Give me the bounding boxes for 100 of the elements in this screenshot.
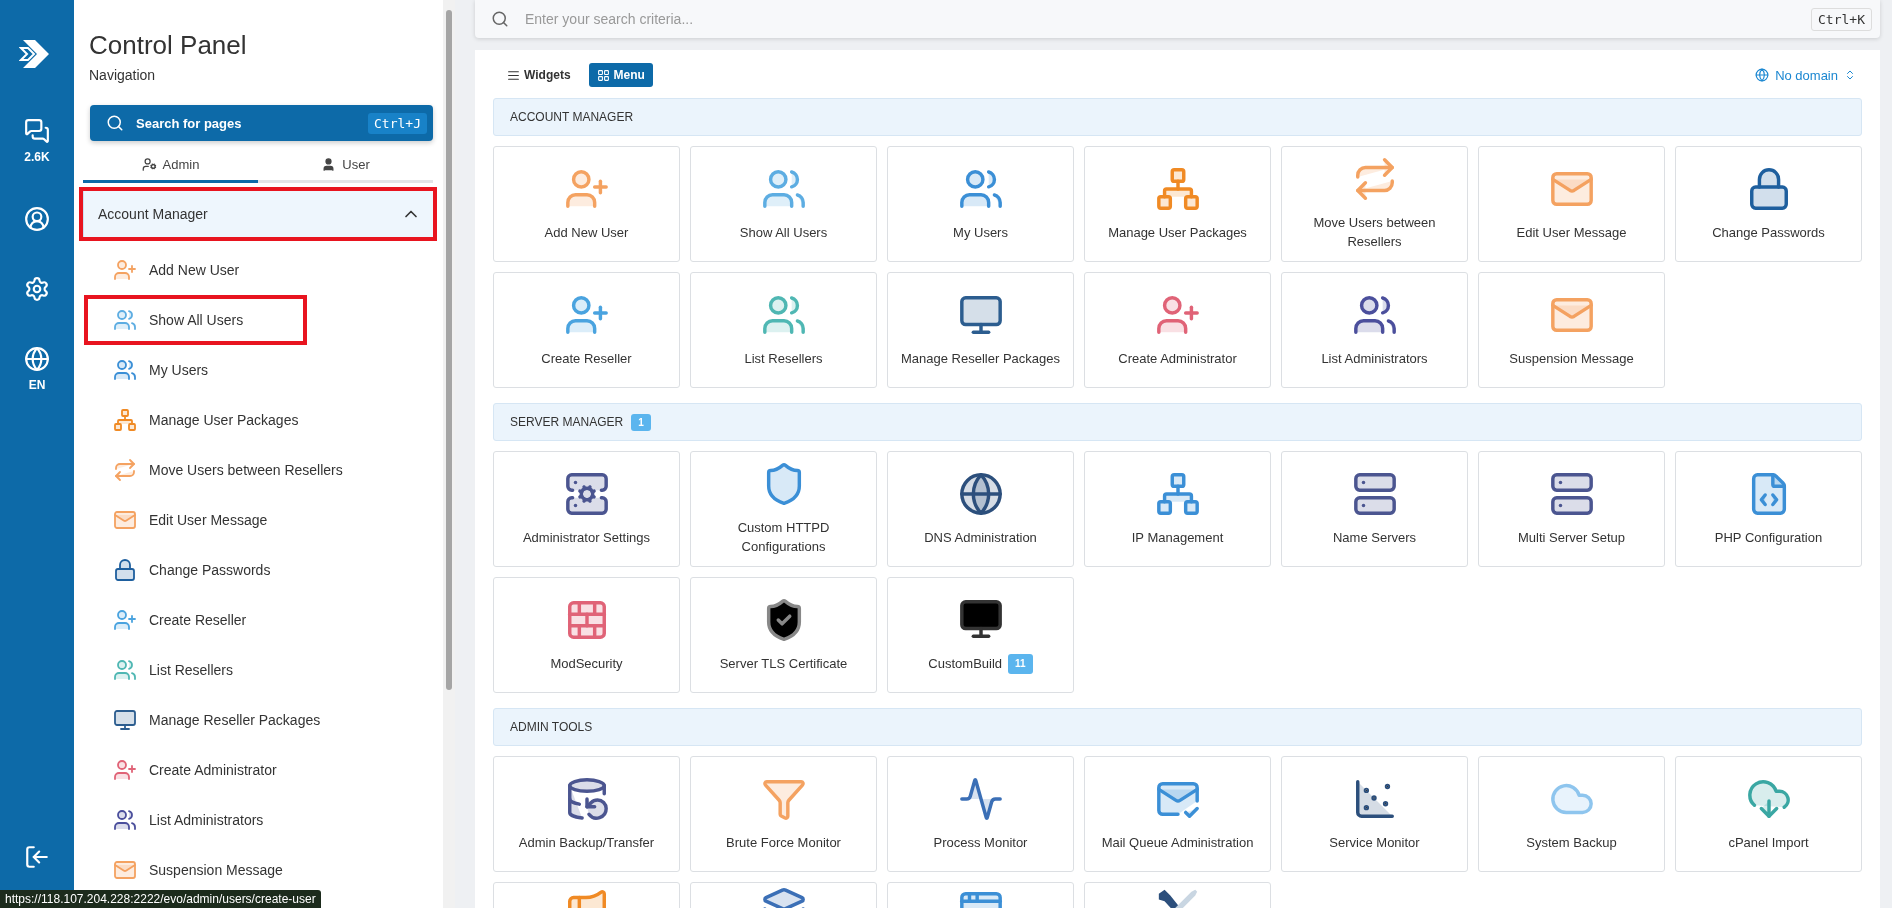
domain-selector[interactable]: No domain — [1749, 66, 1862, 84]
up-down-chevron-icon — [1844, 69, 1856, 81]
chat-button[interactable]: 2.6K — [24, 118, 50, 164]
menu-tile[interactable]: Manage Reseller Packages — [887, 272, 1074, 388]
menu-tile[interactable]: PHP Configuration — [1675, 451, 1862, 567]
menu-tile[interactable]: Show All Users — [690, 146, 877, 262]
menu-tile[interactable]: ModSecurity — [493, 577, 680, 693]
globe-icon — [957, 470, 1004, 517]
menu-tile[interactable]: Admin Backup/Transfer — [493, 756, 680, 872]
arrows-icon — [113, 458, 137, 482]
tile-label: My Users — [953, 223, 1008, 242]
menu-tile[interactable]: Custom HTTPD Configurations — [690, 451, 877, 567]
tile-label: Show All Users — [739, 223, 828, 242]
language-button[interactable]: EN — [24, 346, 50, 392]
menu-tile[interactable]: IP Management — [1084, 451, 1271, 567]
lock-icon — [113, 558, 137, 582]
menu-tile[interactable]: List Administrators — [1281, 272, 1468, 388]
tile-label: PHP Configuration — [1714, 528, 1823, 547]
mail-icon — [113, 508, 137, 532]
nav-item[interactable]: Create Administrator — [88, 749, 337, 791]
menu-tile[interactable]: Mail Queue Administration — [1084, 756, 1271, 872]
menu-tile[interactable]: Server TLS Certificate — [690, 577, 877, 693]
menu-tile[interactable]: Change Passwords — [1675, 146, 1862, 262]
tile-label: CustomBuild — [928, 654, 1003, 673]
menu-tile[interactable]: Name Servers — [1281, 451, 1468, 567]
tile-label: Admin Backup/Transfer — [518, 833, 655, 852]
menu-tile[interactable]: Administrator Settings — [493, 451, 680, 567]
user-gear-icon — [141, 157, 157, 172]
nav-item[interactable]: Change Passwords — [88, 549, 331, 591]
search-field[interactable]: Enter your search criteria... — [523, 10, 1798, 28]
role-tab[interactable]: User — [258, 149, 433, 183]
tile-label: Create Administrator — [1118, 349, 1237, 368]
tile-label: cPanel Import — [1728, 833, 1809, 852]
nav-item[interactable]: Move Users between Resellers — [88, 449, 403, 491]
nav-item[interactable]: Manage User Packages — [88, 399, 359, 441]
user-plus-icon — [113, 258, 137, 282]
nav-item[interactable]: Create Reseller — [88, 599, 307, 641]
list-icon — [507, 68, 520, 82]
grid-icon — [596, 68, 610, 82]
tile-label: List Resellers — [744, 349, 823, 368]
users-icon — [113, 658, 137, 682]
tile-label: DNS Administration — [924, 528, 1037, 547]
role-tab[interactable]: Admin — [83, 149, 258, 183]
section-title: SERVER MANAGER — [510, 415, 624, 429]
profile-button[interactable] — [24, 206, 50, 232]
nav-item[interactable]: List Resellers — [88, 649, 294, 691]
scrollbar[interactable] — [443, 0, 455, 908]
menu-tile[interactable]: List Resellers — [690, 272, 877, 388]
server-icon — [1351, 470, 1398, 517]
menu-tile[interactable]: Multi Server Setup — [1478, 451, 1665, 567]
section-title: ADMIN TOOLS — [510, 720, 593, 734]
nav-item[interactable]: Manage Reseller Packages — [88, 699, 381, 741]
tile-label: Move Users between Resellers — [1312, 214, 1437, 251]
menu-tile[interactable]: DNS Administration — [887, 451, 1074, 567]
network-icon — [1154, 470, 1201, 517]
monitor-icon — [113, 708, 137, 732]
user-plus-icon — [113, 758, 137, 782]
panel-subtitle: Navigation — [89, 67, 157, 83]
tile-label: Create Reseller — [541, 349, 632, 368]
tile-label: Manage Reseller Packages — [901, 349, 1060, 368]
panel-title: Control Panel — [89, 30, 248, 61]
menu-tile[interactable]: cPanel Import — [1675, 756, 1862, 872]
menu-tile[interactable]: Brute Force Monitor — [690, 756, 877, 872]
nav-item[interactable]: List Administrators — [88, 799, 324, 841]
users-icon — [113, 358, 137, 382]
view-toggle[interactable]: Widgets — [499, 63, 579, 87]
menu-tile[interactable]: Create Reseller — [493, 272, 680, 388]
tile-label: Add New User — [544, 223, 629, 242]
menu-tile[interactable]: Move Users between Resellers — [1281, 146, 1468, 262]
settings-button[interactable] — [24, 276, 50, 302]
menu-tile[interactable]: Add New User — [493, 146, 680, 262]
tile-label: Custom HTTPD Configurations — [736, 519, 831, 556]
menu-tile[interactable]: Create Administrator — [1084, 272, 1271, 388]
count-badge: 11 — [1008, 653, 1033, 675]
menu-tile[interactable]: Edit User Message — [1478, 146, 1665, 262]
search-bar[interactable]: Enter your search criteria... Ctrl+K — [475, 0, 1880, 38]
menu-tile[interactable]: Process Monitor — [887, 756, 1074, 872]
count-badge: 1 — [631, 413, 651, 431]
menu-tile[interactable]: Suspension Message — [1478, 272, 1665, 388]
page-search-button[interactable]: Search for pages Ctrl+J — [90, 105, 433, 141]
nav-item[interactable]: Edit User Message — [88, 499, 328, 541]
shortcut-key: Ctrl+K — [1811, 7, 1872, 31]
tile-label: System Backup — [1526, 833, 1617, 852]
menu-tile[interactable]: Manage User Packages — [1084, 146, 1271, 262]
nav-item[interactable]: Show All Users — [88, 299, 304, 341]
menu-tile[interactable]: System Backup — [1478, 756, 1665, 872]
tile-label: Administrator Settings — [522, 528, 651, 547]
menu-tile[interactable]: My Users — [887, 146, 1074, 262]
network-icon — [113, 408, 137, 432]
tile-label: List Administrators — [1321, 349, 1428, 368]
tile-label: Service Monitor — [1329, 833, 1420, 852]
pulse-icon — [957, 775, 1004, 822]
tile-label: Name Servers — [1332, 528, 1417, 547]
nav-item[interactable]: Add New User — [88, 249, 300, 291]
menu-tile[interactable]: Service Monitor — [1281, 756, 1468, 872]
view-toggle[interactable]: Menu — [588, 63, 653, 87]
nav-item[interactable]: My Users — [88, 349, 269, 391]
logout-button[interactable] — [24, 844, 50, 870]
menu-tile[interactable]: CustomBuild 11 — [887, 577, 1074, 693]
mail-icon — [113, 858, 137, 882]
